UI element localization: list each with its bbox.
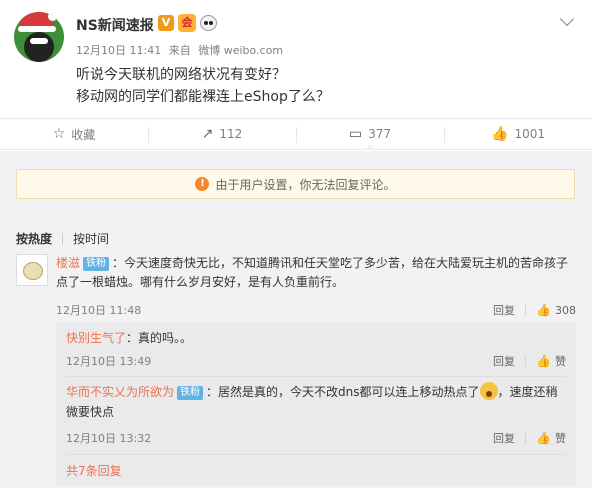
vip-icon[interactable]: 会 <box>178 14 196 32</box>
comment-time: 12月10日 11:48 <box>56 304 142 317</box>
reply-item: 华而不实乂为所欲为 铁粉 ：居然是真的，今天不改dns都可以连上移动热点了 ，速度还稍… <box>66 382 566 445</box>
action-divider <box>525 355 527 367</box>
reply-actions: 回复 👍 赞 <box>493 353 566 369</box>
star-icon: ☆ <box>52 126 66 142</box>
warning-icon: ! <box>195 177 210 191</box>
reply-reply-button[interactable]: 回复 <box>493 430 515 446</box>
reply-meta: 12月10日 13:49 回复 👍 赞 <box>66 353 566 369</box>
replier-name[interactable]: 快别生气了 <box>66 331 126 345</box>
fan-badge[interactable]: 铁粉 <box>83 257 110 271</box>
comment-actions: 回复 👍 308 <box>493 302 576 318</box>
panda-icon[interactable] <box>200 15 217 31</box>
thumbs-up-icon[interactable]: 👍 <box>536 303 551 317</box>
comment-reply-button[interactable]: 回复 <box>493 302 515 318</box>
reply-content: ：居然是真的，今天不改dns都可以连上移动热点了 <box>206 385 480 399</box>
action-divider <box>525 304 527 316</box>
comment-content: ：今天速度奇快无比，不知道腾讯和任天堂吃了多少苦，给在大陆爱玩主机的苦命孩子点了… <box>56 256 569 289</box>
post-source-prefix: 来自 <box>168 44 191 57</box>
notice-text: 由于用户设置，你无法回复评论。 <box>215 177 396 192</box>
reply-restricted-notice: ! 由于用户设置，你无法回复评论。 <box>16 169 575 199</box>
post-line-1: 听说今天联机的网络状况有变好？ <box>76 67 286 83</box>
repost-icon: ↗ <box>201 126 214 142</box>
reply-divider <box>66 454 566 455</box>
commenter-name[interactable]: 楼滋 <box>56 256 80 270</box>
weibo-post: NS新闻速报 V 会 12月10日 11:41 来自 微博 weibo.com … <box>0 0 592 118</box>
reply-time: 12月10日 13:32 <box>66 432 152 445</box>
action-divider <box>525 432 527 444</box>
comments-section: ! 由于用户设置，你无法回复评论。 按热度 按时间 楼滋 铁粉 ：今天速度奇快无比，… <box>0 151 592 488</box>
avatar-eyes <box>30 38 48 44</box>
chevron-down-icon[interactable] <box>559 11 575 27</box>
comment-button[interactable]: ▭ 377 <box>296 119 444 150</box>
reply-content: ：真的吗。。 <box>126 331 193 345</box>
repost-count: 112 <box>219 127 243 141</box>
post-action-bar: ☆ 收藏 ↗ 112 ▭ 377 👍 1001 <box>0 118 592 150</box>
shocked-emoji-icon <box>479 382 498 400</box>
repost-button[interactable]: ↗ 112 <box>148 119 296 149</box>
reply-divider <box>66 376 566 377</box>
reply-item: 快别生气了：真的吗。。 12月10日 13:49 回复 👍 赞 <box>66 327 566 368</box>
post-line-2: 移动网的同学们都能裸连上eShop了么？ <box>76 89 330 105</box>
reply-text: 快别生气了：真的吗。。 <box>66 327 566 349</box>
comment-sort-tabs: 按热度 按时间 <box>16 230 109 247</box>
author-avatar[interactable] <box>14 12 64 62</box>
reply-text: 华而不实乂为所欲为 铁粉 ：居然是真的，今天不改dns都可以连上移动热点了 ，速度还稍… <box>66 382 566 422</box>
thumbs-up-icon: 👍 <box>491 126 509 142</box>
more-replies-link[interactable]: 共7条回复 <box>66 462 122 479</box>
reply-thread: 快别生气了：真的吗。。 12月10日 13:49 回复 👍 赞 华而不实乂为所欲… <box>56 322 576 486</box>
comment-like-count[interactable]: 308 <box>555 304 576 317</box>
comment-text: 楼滋 铁粉 ：今天速度奇快无比，不知道腾讯和任天堂吃了多少苦，给在大陆爱玩主机的苦命… <box>56 254 576 292</box>
author-name[interactable]: NS新闻速报 <box>76 15 154 35</box>
reply-actions: 回复 👍 赞 <box>493 430 566 446</box>
hat-pom <box>48 12 57 21</box>
comment-meta: 12月10日 11:48 回复 👍 308 <box>56 302 576 318</box>
replier-name[interactable]: 华而不实乂为所欲为 <box>66 385 174 399</box>
fan-badge[interactable]: 铁粉 <box>177 386 204 400</box>
reply-meta: 12月10日 13:32 回复 👍 赞 <box>66 430 566 446</box>
favorite-label: 收藏 <box>71 127 96 142</box>
like-count: 1001 <box>514 127 545 141</box>
sort-divider <box>62 232 64 245</box>
comment-icon: ▭ <box>348 126 363 142</box>
avatar-face <box>24 32 54 62</box>
post-date[interactable]: 12月10日 11:41 <box>76 44 161 57</box>
like-button[interactable]: 👍 1001 <box>444 119 592 149</box>
post-source[interactable]: 微博 weibo.com <box>198 44 283 57</box>
sort-by-hot[interactable]: 按热度 <box>16 230 52 247</box>
thumbs-up-icon[interactable]: 👍 <box>536 354 551 368</box>
reply-reply-button[interactable]: 回复 <box>493 353 515 369</box>
commenter-avatar[interactable] <box>16 254 48 286</box>
verified-v-icon[interactable]: V <box>158 15 174 31</box>
post-body: 听说今天联机的网络状况有变好？ 移动网的同学们都能裸连上eShop了么？ <box>76 64 330 108</box>
comment-count: 377 <box>368 127 392 141</box>
reply-time: 12月10日 13:49 <box>66 355 152 368</box>
reply-like-button[interactable]: 赞 <box>555 353 566 369</box>
reply-like-button[interactable]: 赞 <box>555 430 566 446</box>
sort-by-time[interactable]: 按时间 <box>73 230 109 247</box>
favorite-button[interactable]: ☆ 收藏 <box>0 119 148 149</box>
post-meta: 12月10日 11:41 来自 微博 weibo.com <box>76 42 287 58</box>
thumbs-up-icon[interactable]: 👍 <box>536 431 551 445</box>
